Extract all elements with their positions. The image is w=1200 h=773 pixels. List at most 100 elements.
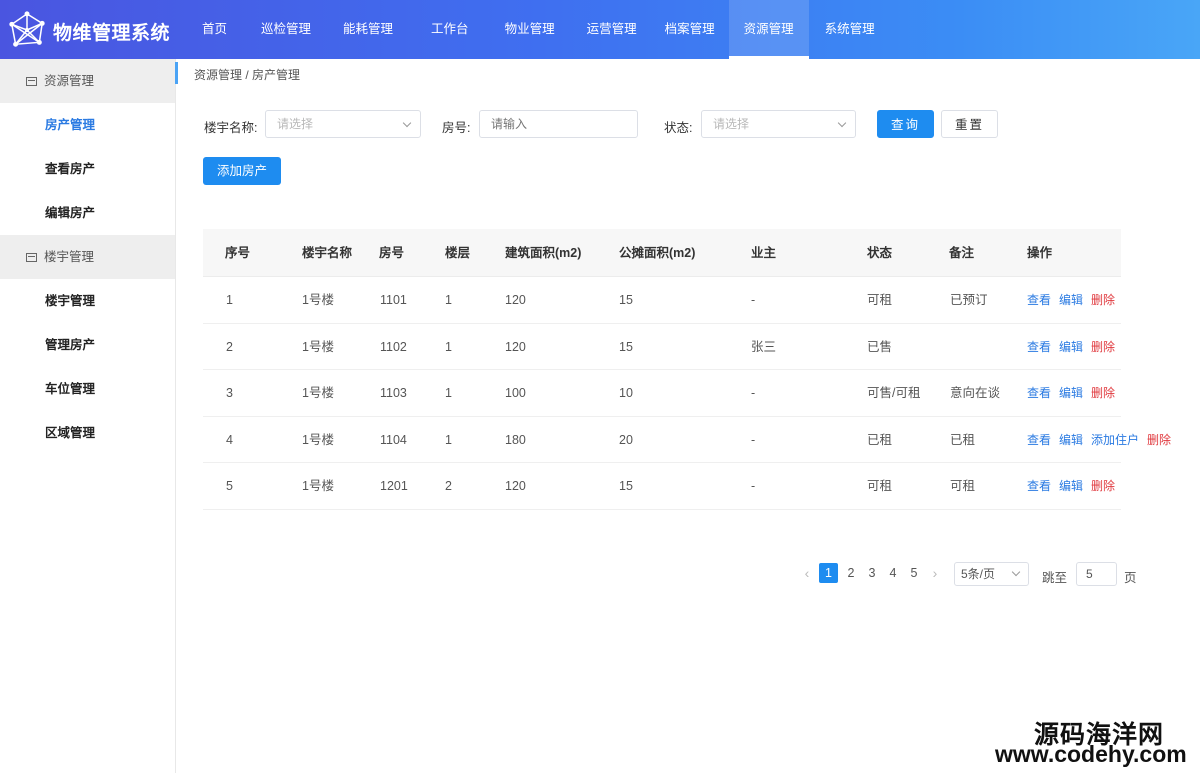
cell-floor: 2: [445, 479, 452, 493]
cell-status: 已售: [867, 339, 893, 354]
jump-page-input[interactable]: 5: [1076, 562, 1117, 586]
cell-area: 120: [505, 479, 526, 493]
cell-area: 100: [505, 386, 526, 400]
sidebar-item-building-manage[interactable]: 楼宇管理: [0, 279, 175, 323]
page-button-5[interactable]: 5: [907, 563, 921, 583]
cell-floor: 1: [445, 339, 452, 354]
cell-area: 180: [505, 432, 526, 447]
sidebar-item-property-manage[interactable]: 房产管理: [0, 103, 175, 147]
page-button-2[interactable]: 2: [844, 563, 858, 583]
sidebar-item-parking[interactable]: 车位管理: [0, 367, 175, 411]
building-select[interactable]: 请选择: [265, 110, 421, 138]
add-property-button[interactable]: 添加房产: [203, 157, 281, 185]
edit-link[interactable]: 编辑: [1059, 417, 1083, 463]
cell-no: 1: [226, 293, 233, 307]
nav-home[interactable]: 首页: [191, 0, 238, 59]
delete-link[interactable]: 删除: [1091, 277, 1115, 323]
active-tab-indicator: [175, 62, 178, 84]
nav-property[interactable]: 物业管理: [493, 0, 567, 59]
cell-floor: 1: [445, 432, 452, 447]
cell-building: 1号楼: [302, 386, 334, 400]
col-header-actions: 操作: [1027, 246, 1053, 260]
view-link[interactable]: 查看: [1027, 324, 1051, 370]
table-row: 3 1号楼 1103 1 100 10 - 可售/可租 意向在谈 查看 编辑 删…: [203, 370, 1121, 417]
top-header: 物维管理系统 首页 巡检管理 能耗管理 工作台 物业管理 运营管理 档案管理 资…: [0, 0, 1200, 59]
cell-no: 4: [226, 432, 233, 447]
cell-building: 1号楼: [302, 339, 334, 354]
cell-room: 1103: [380, 386, 407, 400]
cell-floor: 1: [445, 386, 452, 400]
reset-button[interactable]: 重置: [941, 110, 998, 138]
page-size-value: 5条/页: [961, 567, 996, 581]
sidebar-group-resource[interactable]: 资源管理: [0, 59, 175, 103]
status-select-placeholder: 请选择: [713, 117, 750, 131]
delete-link[interactable]: 删除: [1091, 370, 1115, 416]
nav-system[interactable]: 系统管理: [813, 0, 887, 59]
chevron-down-icon: [1011, 567, 1021, 577]
col-header-area: 建筑面积(m2): [505, 246, 582, 260]
cell-floor: 1: [445, 293, 452, 307]
view-link[interactable]: 查看: [1027, 463, 1051, 509]
next-page-icon[interactable]: ›: [928, 563, 942, 583]
nav-workbench[interactable]: 工作台: [419, 0, 481, 59]
cell-shared: 15: [619, 293, 633, 307]
page-button-3[interactable]: 3: [865, 563, 879, 583]
cell-area: 120: [505, 293, 526, 307]
cell-building: 1号楼: [302, 293, 334, 307]
view-link[interactable]: 查看: [1027, 277, 1051, 323]
add-resident-link[interactable]: 添加住户: [1091, 417, 1139, 463]
nav-energy[interactable]: 能耗管理: [331, 0, 405, 59]
sidebar-group-building[interactable]: 楼宇管理: [0, 235, 175, 279]
menu-group-icon: [26, 252, 37, 262]
room-label: 房号:: [442, 121, 471, 135]
building-select-placeholder: 请选择: [277, 117, 314, 131]
table-row: 4 1号楼 1104 1 180 20 - 已租 已租 查看 编辑 添加住户 删…: [203, 417, 1171, 463]
menu-group-icon: [26, 76, 37, 86]
table-header: 序号 楼宇名称 房号 楼层 建筑面积(m2) 公摊面积(m2) 业主 状态 备注…: [203, 229, 1121, 277]
nav-operation[interactable]: 运营管理: [575, 0, 649, 59]
cell-shared: 15: [619, 479, 633, 493]
status-select[interactable]: 请选择: [701, 110, 856, 138]
sidebar-item-area[interactable]: 区域管理: [0, 411, 175, 455]
cell-status: 可租: [867, 479, 893, 493]
prev-page-icon[interactable]: ‹: [800, 563, 814, 583]
cell-note: 可租: [950, 479, 976, 493]
table-row: 1 1号楼 1101 1 120 15 - 可租 已预订 查看 编辑 删除: [203, 277, 1121, 324]
edit-link[interactable]: 编辑: [1059, 370, 1083, 416]
cell-status: 已租: [867, 432, 893, 447]
sidebar-item-manage-property[interactable]: 管理房产: [0, 323, 175, 367]
cell-owner: 张三: [751, 339, 777, 354]
cell-room: 1201: [380, 479, 408, 493]
cell-status: 可售/可租: [867, 386, 921, 400]
view-link[interactable]: 查看: [1027, 370, 1051, 416]
watermark-url: www.codehy.com: [995, 741, 1187, 767]
edit-link[interactable]: 编辑: [1059, 277, 1083, 323]
top-nav: 首页 巡检管理 能耗管理 工作台 物业管理 运营管理 档案管理 资源管理 系统管…: [180, 0, 887, 59]
page-button-4[interactable]: 4: [886, 563, 900, 583]
delete-link[interactable]: 删除: [1147, 417, 1171, 463]
chevron-down-icon: [402, 118, 412, 128]
col-header-room: 房号: [379, 246, 405, 260]
nav-inspection[interactable]: 巡检管理: [249, 0, 323, 59]
query-button[interactable]: 查询: [877, 110, 934, 138]
edit-link[interactable]: 编辑: [1059, 463, 1083, 509]
nav-resource[interactable]: 资源管理: [728, 0, 809, 59]
col-header-floor: 楼层: [445, 246, 471, 260]
sidebar-group-label: 资源管理: [44, 74, 95, 88]
page-size-select[interactable]: 5条/页: [954, 562, 1029, 586]
sidebar-item-view-property[interactable]: 查看房产: [0, 147, 175, 191]
cell-shared: 10: [619, 386, 633, 400]
sidebar-item-edit-property[interactable]: 编辑房产: [0, 191, 175, 235]
nav-archive[interactable]: 档案管理: [653, 0, 727, 59]
col-header-note: 备注: [949, 246, 975, 260]
table-row: 2 1号楼 1102 1 120 15 张三 已售 查看 编辑 删除: [203, 324, 1121, 370]
delete-link[interactable]: 删除: [1091, 463, 1115, 509]
delete-link[interactable]: 删除: [1091, 324, 1115, 370]
edit-link[interactable]: 编辑: [1059, 324, 1083, 370]
cell-room: 1102: [380, 339, 407, 354]
view-link[interactable]: 查看: [1027, 417, 1051, 463]
page-button-1[interactable]: 1: [819, 563, 838, 583]
sidebar-group-label: 楼宇管理: [44, 250, 95, 264]
room-input[interactable]: [479, 110, 638, 138]
col-header-shared: 公摊面积(m2): [619, 246, 696, 260]
